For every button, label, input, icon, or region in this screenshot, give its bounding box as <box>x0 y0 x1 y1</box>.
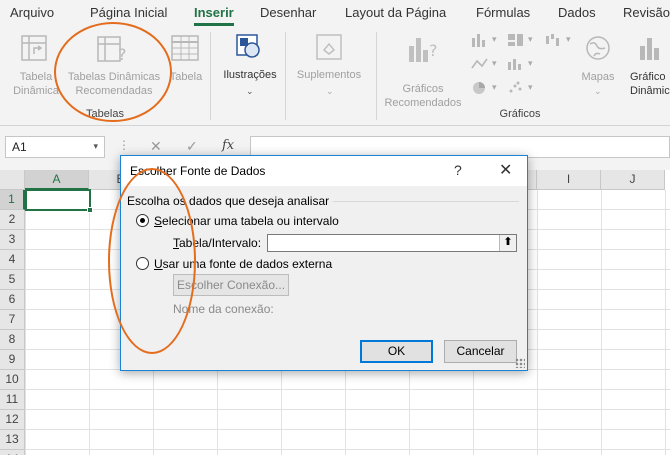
illustrations-icon <box>236 34 260 58</box>
scatter-chart-icon[interactable] <box>506 80 526 96</box>
statistic-chart-icon[interactable] <box>506 56 526 72</box>
chevron-down-icon: ⌄ <box>594 86 602 96</box>
collapse-dialog-icon[interactable]: ⬆ <box>499 235 516 251</box>
row-header-5[interactable]: 5 <box>0 270 25 290</box>
resize-grip-icon[interactable] <box>515 358 525 368</box>
range-input[interactable] <box>267 234 517 252</box>
name-box-value: A1 <box>12 140 27 154</box>
chevron-down-icon[interactable]: ▾ <box>93 141 98 152</box>
enter-icon[interactable]: ✓ <box>186 138 198 155</box>
row-header-13[interactable]: 13 <box>0 430 25 450</box>
maps-label: Mapas <box>581 71 615 83</box>
chevron-down-icon: ▾ <box>528 34 533 44</box>
ribbon-separator <box>210 32 211 120</box>
line-chart-icon[interactable] <box>470 56 490 72</box>
chevron-down-icon: ▾ <box>492 58 497 68</box>
annotation-ellipse-dialog <box>108 168 196 354</box>
row-header-2[interactable]: 2 <box>0 210 25 230</box>
tab-arquivo[interactable]: Arquivo <box>10 5 54 20</box>
group-label-graficos: Gráficos <box>499 108 541 120</box>
cancel-icon[interactable]: ✕ <box>150 138 162 155</box>
row-header-9[interactable]: 9 <box>0 350 25 370</box>
tab-desenhar[interactable]: Desenhar <box>260 5 316 20</box>
close-icon[interactable]: ✕ <box>499 160 512 180</box>
illustrations-label: Ilustrações <box>223 69 277 81</box>
row-header-1[interactable]: 1 <box>0 190 25 210</box>
pivot-chart-label-2: Dinâmico <box>630 85 670 97</box>
recommended-charts-label-1: Gráficos <box>402 83 444 95</box>
chevron-down-icon: ▾ <box>528 58 533 68</box>
chevron-down-icon: ▾ <box>566 34 571 44</box>
maps-icon <box>586 36 610 60</box>
recommended-charts-icon: ? <box>409 38 438 62</box>
tab-layout-da-pagina[interactable]: Layout da Página <box>345 5 446 20</box>
active-cell[interactable] <box>25 189 93 213</box>
tab-dados[interactable]: Dados <box>558 5 596 20</box>
pie-chart-icon[interactable] <box>470 80 490 96</box>
hierarchy-chart-icon[interactable] <box>506 32 526 48</box>
ribbon-separator <box>285 32 286 120</box>
ok-button[interactable]: OK <box>360 340 433 363</box>
svg-text:?: ? <box>429 41 438 60</box>
chevron-down-icon: ▾ <box>528 82 533 92</box>
row-header-4[interactable]: 4 <box>0 250 25 270</box>
more-options-icon[interactable]: ⋮ <box>118 138 131 152</box>
row-header-8[interactable]: 8 <box>0 330 25 350</box>
insert-function-icon[interactable]: fx <box>222 138 234 153</box>
tab-pagina-inicial[interactable]: Página Inicial <box>90 5 167 20</box>
pivot-chart-label-1: Gráfico <box>630 71 666 83</box>
row-header-12[interactable]: 12 <box>0 410 25 430</box>
row-header-11[interactable]: 11 <box>0 390 25 410</box>
row-header-14[interactable]: 14 <box>0 450 25 455</box>
pivot-table-icon <box>21 35 47 61</box>
tab-formulas[interactable]: Fórmulas <box>476 5 530 20</box>
annotation-ellipse-ribbon <box>54 22 172 122</box>
waterfall-chart-icon[interactable] <box>544 32 564 48</box>
column-header-a[interactable]: A <box>25 170 89 190</box>
ribbon-separator <box>376 32 377 120</box>
chevron-down-icon: ▾ <box>492 82 497 92</box>
name-box[interactable]: A1 ▾ <box>5 136 105 158</box>
table-label: Tabela <box>169 71 203 83</box>
table-icon <box>171 35 199 61</box>
column-header-i[interactable]: I <box>537 170 601 190</box>
column-chart-icon[interactable] <box>470 32 490 48</box>
row-header-7[interactable]: 7 <box>0 310 25 330</box>
select-all-corner[interactable] <box>0 170 25 190</box>
chevron-down-icon: ⌄ <box>326 86 334 96</box>
chevron-down-icon: ▾ <box>492 34 497 44</box>
column-header-j[interactable]: J <box>601 170 665 190</box>
chevron-down-icon: ⌄ <box>246 86 254 96</box>
row-header-3[interactable]: 3 <box>0 230 25 250</box>
dialog-title-bar: Escolher Fonte de Dados ? ✕ <box>121 156 527 186</box>
help-icon[interactable]: ? <box>454 162 462 178</box>
row-header-6[interactable]: 6 <box>0 290 25 310</box>
row-header-10[interactable]: 10 <box>0 370 25 390</box>
recommended-charts-label-2: Recomendados <box>384 97 462 109</box>
pivot-chart-icon <box>640 38 659 60</box>
add-ins-icon <box>316 34 342 60</box>
tab-inserir[interactable]: Inserir <box>194 5 234 20</box>
tab-revisao[interactable]: Revisão <box>623 5 670 20</box>
cancel-button[interactable]: Cancelar <box>444 340 517 363</box>
fill-handle[interactable] <box>87 207 93 213</box>
add-ins-label: Suplementos <box>296 69 362 81</box>
